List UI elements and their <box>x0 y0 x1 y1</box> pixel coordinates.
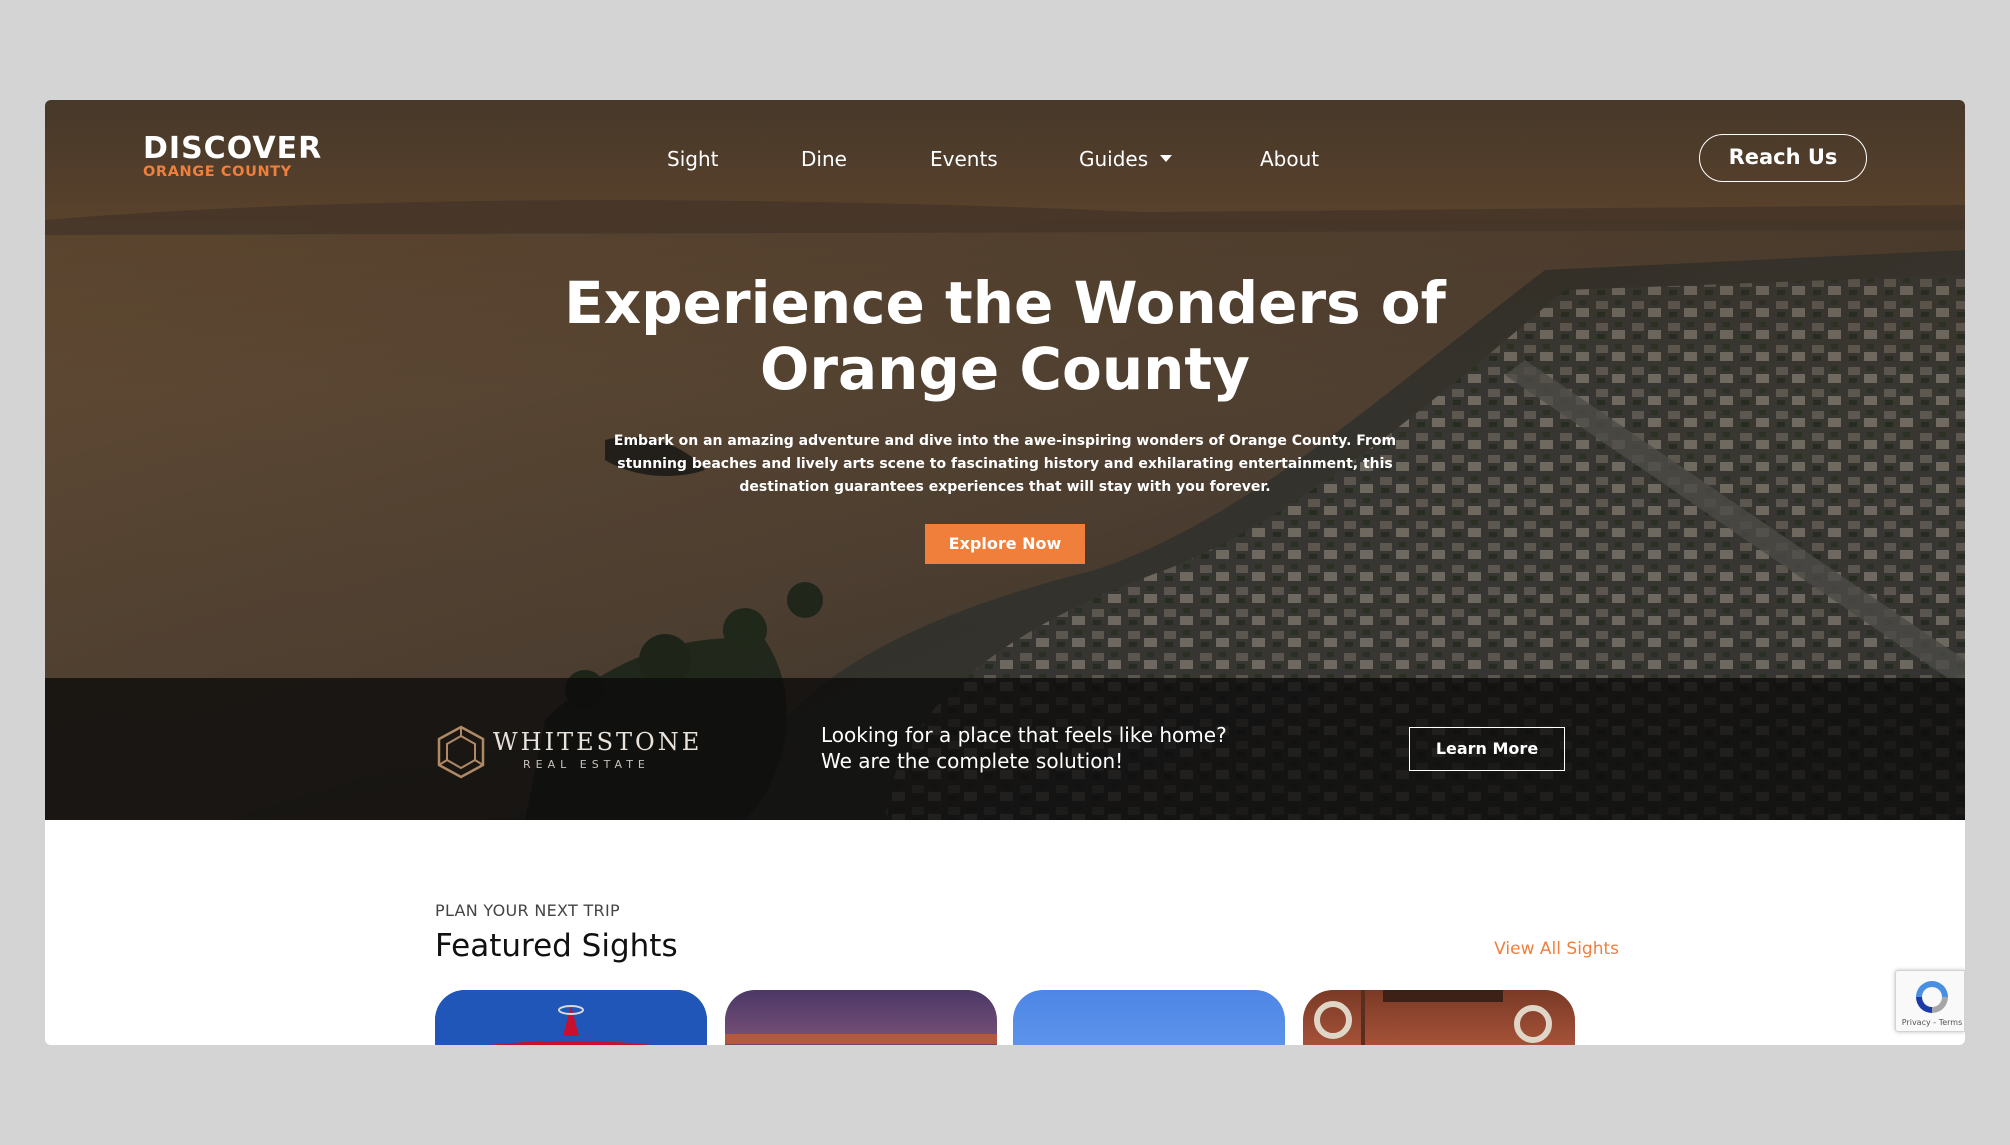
browser-viewport: DISCOVER ORANGE COUNTY Sight Dine Events… <box>45 100 1965 1045</box>
sight-card-1[interactable] <box>435 990 707 1045</box>
sponsor-banner: WHITESTONE REAL ESTATE Looking for a pla… <box>45 678 1965 820</box>
hero-section: DISCOVER ORANGE COUNTY Sight Dine Events… <box>45 100 1965 820</box>
recaptcha-badge[interactable]: Privacy - Terms <box>1895 970 1965 1032</box>
nav-item-sight[interactable]: Sight <box>667 144 718 174</box>
learn-more-button[interactable]: Learn More <box>1409 727 1565 771</box>
nav-item-guides-label: Guides <box>1079 147 1149 171</box>
sponsor-message-line2: We are the complete solution! <box>821 749 1124 773</box>
sponsor-message-line1: Looking for a place that feels like home… <box>821 723 1227 747</box>
sight-card-2[interactable] <box>725 990 997 1045</box>
sponsor-message: Looking for a place that feels like home… <box>821 722 1227 774</box>
section-title: Featured Sights <box>435 928 678 964</box>
reach-us-button[interactable]: Reach Us <box>1699 134 1867 182</box>
main-nav: Sight Dine Events Guides About <box>45 144 1965 174</box>
whitestone-name: WHITESTONE <box>493 728 703 756</box>
sight-card-4[interactable] <box>1303 990 1575 1045</box>
nav-item-events[interactable]: Events <box>930 144 998 174</box>
sight-card-2-image <box>725 1034 997 1045</box>
whitestone-tagline: REAL ESTATE <box>523 758 650 771</box>
whitestone-logo[interactable]: WHITESTONE REAL ESTATE <box>435 722 699 782</box>
hexagon-logo-icon <box>437 725 485 779</box>
nav-item-guides[interactable]: Guides <box>1079 144 1173 174</box>
hero-subtitle: Embark on an amazing adventure and dive … <box>613 433 1397 495</box>
nav-item-about[interactable]: About <box>1260 144 1319 174</box>
recaptcha-icon <box>1916 981 1948 1013</box>
sight-card-1-image <box>435 990 707 1045</box>
explore-now-button[interactable]: Explore Now <box>925 524 1085 564</box>
sight-card-3-image <box>1013 990 1285 1045</box>
recaptcha-privacy-terms[interactable]: Privacy - Terms <box>1900 1018 1964 1028</box>
sight-card-3[interactable] <box>1013 990 1285 1045</box>
nav-item-dine[interactable]: Dine <box>801 144 847 174</box>
view-all-sights-link[interactable]: View All Sights <box>1441 938 1619 960</box>
chevron-down-icon <box>1160 155 1173 162</box>
sight-card-4-image <box>1314 990 1552 1045</box>
hero-title: Experience the Wonders of Orange County <box>564 269 1446 403</box>
section-eyebrow: PLAN YOUR NEXT TRIP <box>435 901 620 920</box>
site-header: DISCOVER ORANGE COUNTY Sight Dine Events… <box>45 100 1965 220</box>
